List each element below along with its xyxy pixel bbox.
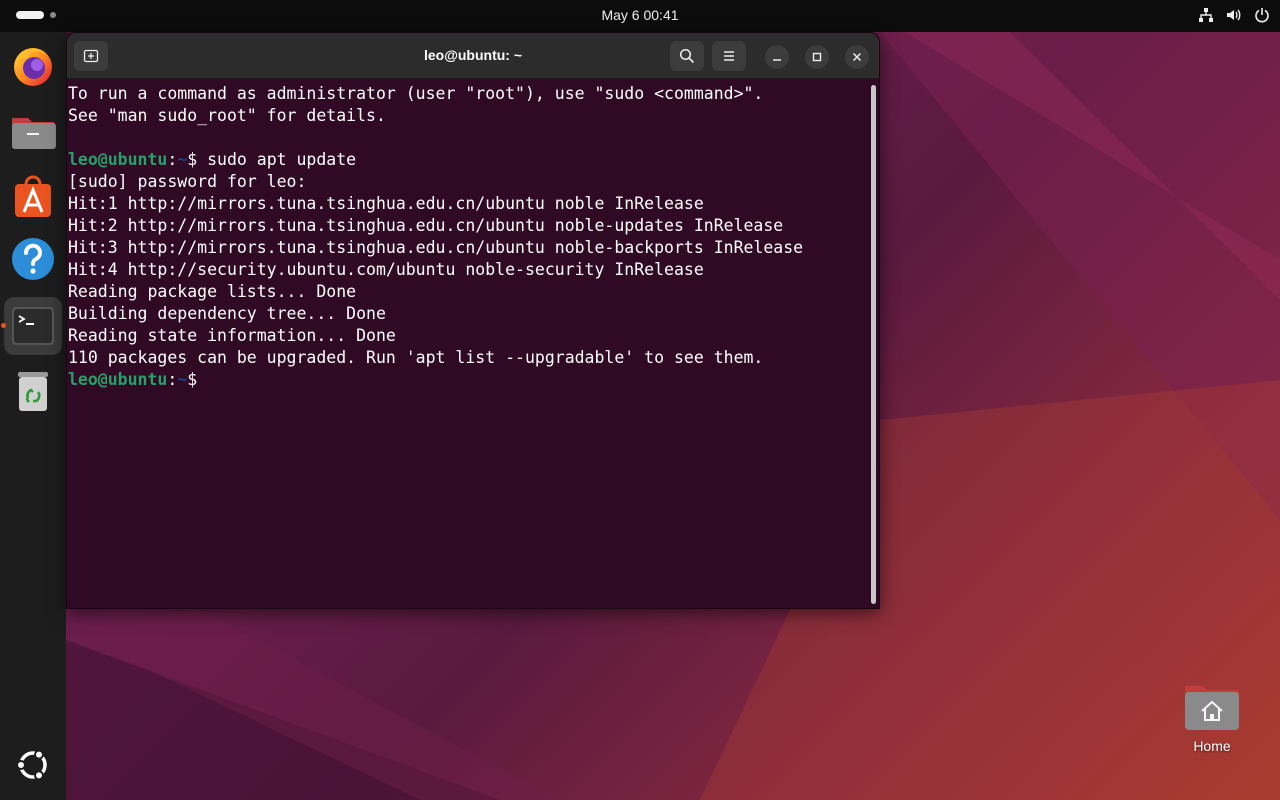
terminal-line: Hit:3 http://mirrors.tuna.tsinghua.edu.c… — [68, 238, 804, 257]
command-text: sudo apt update — [207, 150, 357, 169]
dock — [0, 32, 66, 800]
terminal-headerbar[interactable]: leo@ubuntu: ~ — [67, 33, 879, 79]
maximize-icon — [812, 52, 822, 62]
power-icon[interactable] — [1254, 7, 1270, 23]
volume-icon[interactable] — [1226, 7, 1242, 23]
terminal-line: Hit:4 http://security.ubuntu.com/ubuntu … — [68, 260, 704, 279]
terminal-output[interactable]: To run a command as administrator (user … — [67, 79, 867, 608]
prompt-user: leo@ubuntu — [68, 150, 168, 169]
new-tab-button[interactable] — [74, 41, 108, 71]
clock[interactable]: May 6 00:41 — [601, 7, 678, 23]
terminal-line: Building dependency tree... Done — [68, 304, 386, 323]
home-label: Home — [1193, 738, 1231, 754]
prompt-path: ~ — [177, 150, 188, 169]
terminal-line: See "man sudo_root" for details. — [68, 106, 386, 125]
workspace-indicator-active — [16, 11, 44, 19]
folder-icon — [12, 118, 56, 149]
maximize-button[interactable] — [805, 45, 829, 69]
prompt-colon: : — [167, 150, 178, 169]
home-folder-icon — [1185, 686, 1239, 730]
search-button[interactable] — [670, 41, 704, 71]
dock-item-files[interactable] — [4, 102, 62, 160]
window-title: leo@ubuntu: ~ — [423, 47, 523, 63]
new-tab-icon — [83, 49, 99, 63]
prompt-colon: : — [167, 370, 178, 389]
help-icon — [12, 238, 54, 280]
terminal-line: Hit:2 http://mirrors.tuna.tsinghua.edu.c… — [68, 216, 784, 235]
system-tray[interactable] — [1198, 7, 1270, 23]
dock-item-terminal[interactable] — [4, 297, 62, 355]
terminal-window[interactable]: leo@ubuntu: ~ To run a command as admini… — [66, 32, 880, 609]
app-center-icon — [15, 175, 51, 217]
terminal-icon — [12, 307, 54, 345]
terminal-line: Reading state information... Done — [68, 326, 396, 345]
trash-icon — [18, 372, 48, 411]
terminal-command-line: leo@ubuntu:~$ sudo apt update — [67, 149, 867, 171]
prompt-user: leo@ubuntu — [68, 370, 168, 389]
close-button[interactable] — [845, 45, 869, 69]
menu-button[interactable] — [712, 41, 746, 71]
dock-item-firefox[interactable] — [4, 36, 62, 94]
desktop-home-folder[interactable]: Home — [1172, 680, 1252, 770]
dock-item-trash[interactable] — [4, 362, 62, 420]
prompt-path: ~ — [177, 370, 188, 389]
activities-button[interactable] — [16, 11, 56, 19]
dock-item-app-center[interactable] — [4, 168, 62, 226]
terminal-line: Hit:1 http://mirrors.tuna.tsinghua.edu.c… — [68, 194, 704, 213]
hamburger-menu-icon — [724, 51, 734, 61]
top-bar: May 6 00:41 — [0, 0, 1280, 32]
minimize-button[interactable] — [765, 45, 789, 69]
firefox-icon — [14, 48, 52, 86]
workspace-indicator-inactive — [50, 12, 56, 18]
prompt-symbol: $ — [187, 150, 198, 169]
terminal-line: 110 packages can be upgraded. Run 'apt l… — [68, 348, 764, 367]
scrollbar[interactable] — [871, 85, 876, 604]
search-icon — [679, 48, 695, 64]
terminal-line: To run a command as administrator (user … — [68, 84, 764, 103]
running-indicator — [1, 323, 6, 328]
terminal-line: [sudo] password for leo: — [68, 172, 307, 191]
close-icon — [852, 52, 862, 62]
network-icon[interactable] — [1198, 7, 1214, 23]
terminal-line: Reading package lists... Done — [68, 282, 357, 301]
dock-item-help[interactable] — [4, 230, 62, 288]
prompt-symbol: $ — [187, 370, 198, 389]
minimize-icon — [773, 59, 781, 61]
show-apps-button[interactable] — [4, 736, 62, 794]
terminal-prompt-line[interactable]: leo@ubuntu:~$ — [67, 369, 867, 391]
ubuntu-logo-icon — [16, 749, 47, 781]
